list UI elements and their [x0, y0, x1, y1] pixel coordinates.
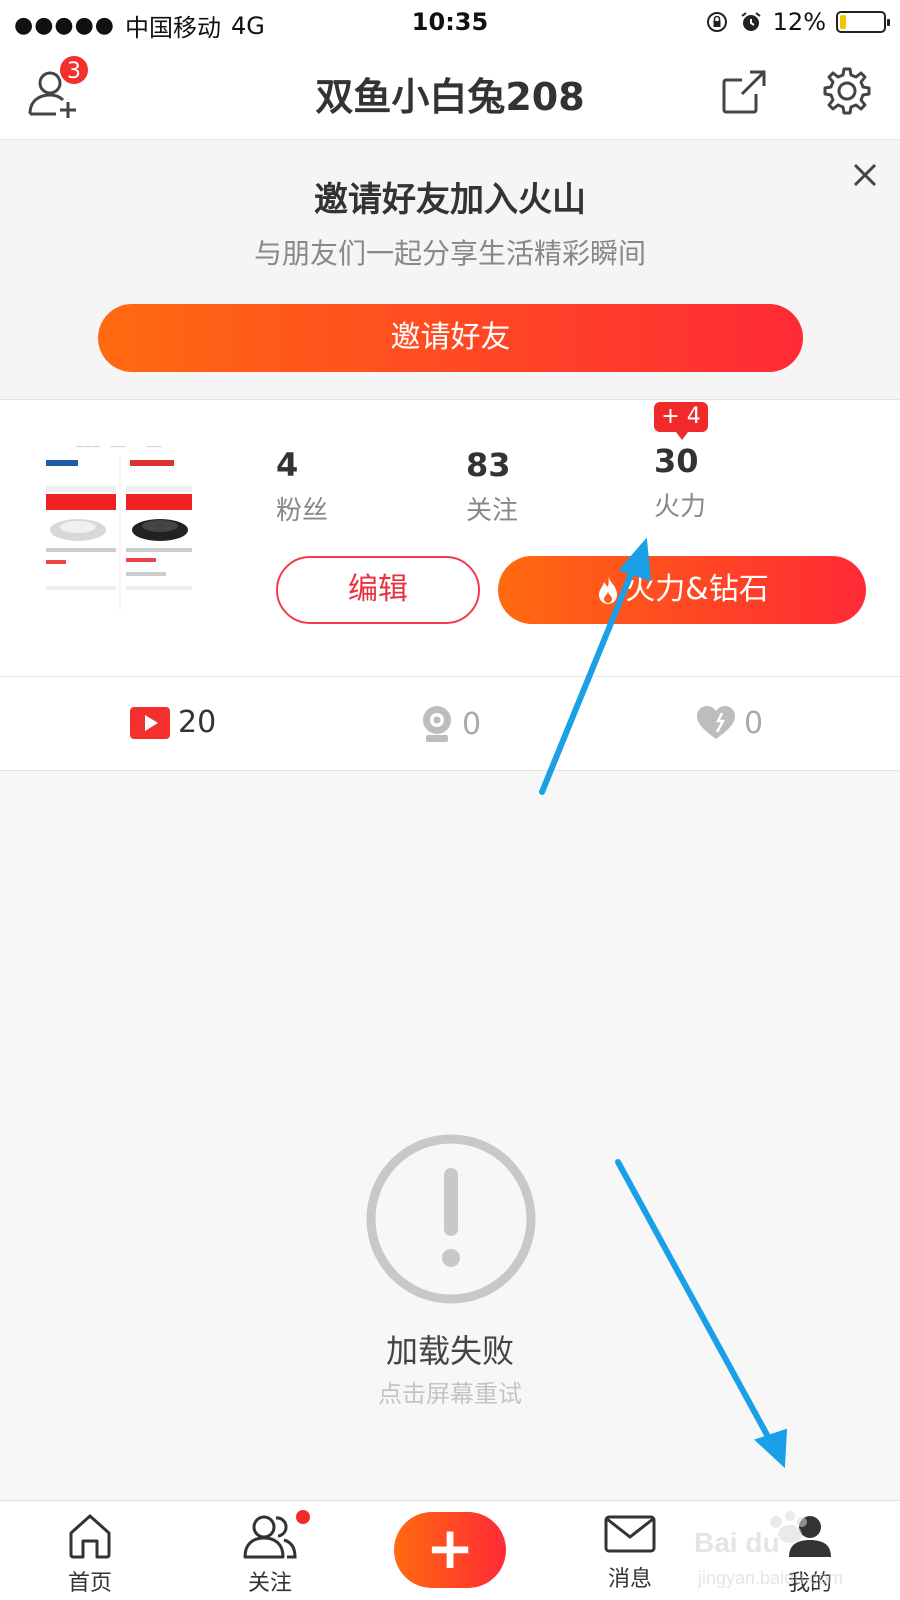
svg-text:——: ——: [110, 442, 126, 451]
fire-diamond-label: 火力&钻石: [625, 572, 769, 607]
tab-follow[interactable]: 关注: [210, 1513, 330, 1597]
fire-increment-badge: + 4: [654, 402, 708, 440]
svg-text:———: ———: [76, 442, 100, 451]
fire-diamond-button[interactable]: 火力&钻石: [498, 556, 866, 624]
video-play-icon: [130, 706, 170, 739]
stat-label: 火力: [654, 492, 707, 522]
stat-value: 83: [466, 446, 511, 484]
video-count: 20: [178, 705, 217, 740]
like-count: 0: [744, 705, 764, 741]
gear-icon[interactable]: [822, 66, 872, 116]
avatar[interactable]: ——— —— ——: [42, 430, 196, 610]
stat-value: 4: [276, 446, 299, 484]
heart-icon: [697, 706, 735, 739]
live-count: 0: [462, 706, 482, 742]
create-post-button[interactable]: +: [394, 1512, 506, 1588]
tab-messages-label: 消息: [607, 1567, 652, 1592]
stat-fire-power[interactable]: 30 火力: [654, 442, 706, 523]
content-tabs: 20 0 0: [0, 677, 900, 771]
stat-followers[interactable]: 4 粉丝: [276, 446, 328, 527]
camera-icon: [423, 706, 451, 742]
flame-icon: [599, 575, 618, 604]
home-icon: [69, 1514, 111, 1559]
status-bar: ●●●●● 中国移动 4G 10:35 12%: [0, 0, 900, 44]
share-icon[interactable]: [720, 68, 768, 116]
plus-icon: +: [425, 1514, 475, 1582]
tab-home-label: 首页: [67, 1571, 112, 1596]
load-failed-title[interactable]: 加载失败: [0, 1326, 900, 1372]
stat-following[interactable]: 83 关注: [466, 446, 518, 527]
stat-value: 30: [654, 442, 699, 480]
profile-header: 3 双鱼小白兔208: [0, 44, 900, 140]
invite-banner: 邀请好友加入火山 与朋友们一起分享生活精彩瞬间 邀请好友: [0, 140, 900, 400]
tab-me-label: 我的: [787, 1571, 832, 1596]
invite-subtitle: 与朋友们一起分享生活精彩瞬间: [253, 237, 646, 270]
retry-hint[interactable]: 点击屏幕重试: [0, 1374, 900, 1409]
user-icon: [789, 1516, 831, 1557]
tab-me[interactable]: 我的: [750, 1513, 870, 1597]
battery-icon: [836, 11, 890, 33]
alarm-icon: [741, 12, 761, 31]
svg-text:——: ——: [146, 442, 162, 451]
users-icon: [243, 1515, 297, 1559]
tab-likes[interactable]: 0: [696, 705, 763, 741]
rotation-lock-icon: [706, 12, 727, 32]
tab-home[interactable]: 首页: [30, 1513, 150, 1597]
tab-messages[interactable]: 消息: [570, 1513, 690, 1593]
tab-live[interactable]: 0: [420, 705, 481, 743]
mail-icon: [604, 1515, 656, 1553]
invite-title: 邀请好友加入火山: [314, 180, 586, 220]
stat-label: 关注: [466, 496, 519, 526]
profile-summary: ——— —— —— 4 粉丝 83 关注 30 火力 编辑 火力&钻石: [0, 400, 900, 677]
battery-percent: 12%: [772, 8, 826, 36]
edit-profile-button[interactable]: 编辑: [276, 556, 480, 624]
tab-follow-label: 关注: [247, 1571, 292, 1596]
tab-videos[interactable]: 20: [130, 705, 216, 740]
stat-label: 粉丝: [276, 496, 329, 526]
invite-friends-button[interactable]: 邀请好友: [98, 304, 803, 372]
follow-notification-dot: [296, 1510, 310, 1524]
warning-icon[interactable]: [364, 1132, 538, 1306]
